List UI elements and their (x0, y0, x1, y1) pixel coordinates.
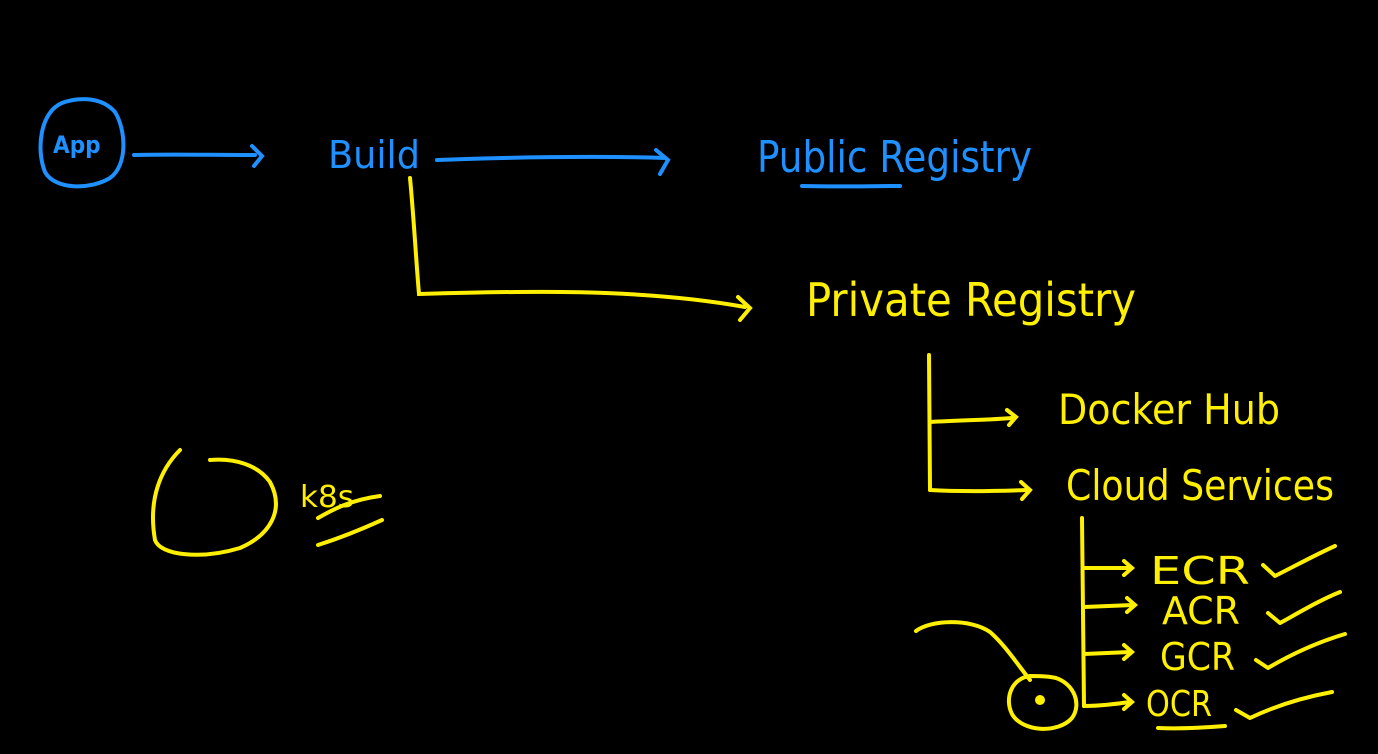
acr-label: ACR (1162, 589, 1240, 633)
check-icon (1254, 632, 1347, 670)
gcr-label: GCR (1160, 635, 1235, 679)
check-icon (1266, 590, 1342, 625)
private-registry-label: Private Registry (806, 273, 1136, 327)
ecr-label: ECR (1150, 549, 1250, 593)
k8s-circle (151, 448, 278, 557)
k8s-node: k8s (151, 448, 384, 557)
k8s-underline-2 (316, 518, 384, 547)
ocr-label: OCR (1146, 684, 1212, 725)
private-registry-branches (927, 353, 1033, 501)
arrow-build-to-private-registry (408, 176, 753, 322)
docker-hub-label: Docker Hub (1058, 385, 1280, 434)
check-icon (1234, 690, 1334, 720)
check-icon (1261, 544, 1337, 578)
cloud-services-branches (1080, 516, 1139, 711)
app-label: App (53, 131, 101, 159)
app-node: App (38, 97, 126, 189)
ocr-underline (1156, 724, 1227, 731)
public-registry-label: Public Registry (757, 132, 1032, 183)
arrow-app-to-build (132, 144, 265, 168)
build-label: Build (328, 133, 420, 177)
whiteboard-canvas: App Build Public Registry Private Regist… (38, 97, 1347, 731)
k8s-label: k8s (300, 480, 354, 515)
cloud-services-label: Cloud Services (1066, 461, 1334, 510)
arrow-build-to-public-registry (435, 148, 671, 176)
ocr-pointer-doodle (914, 620, 1079, 731)
